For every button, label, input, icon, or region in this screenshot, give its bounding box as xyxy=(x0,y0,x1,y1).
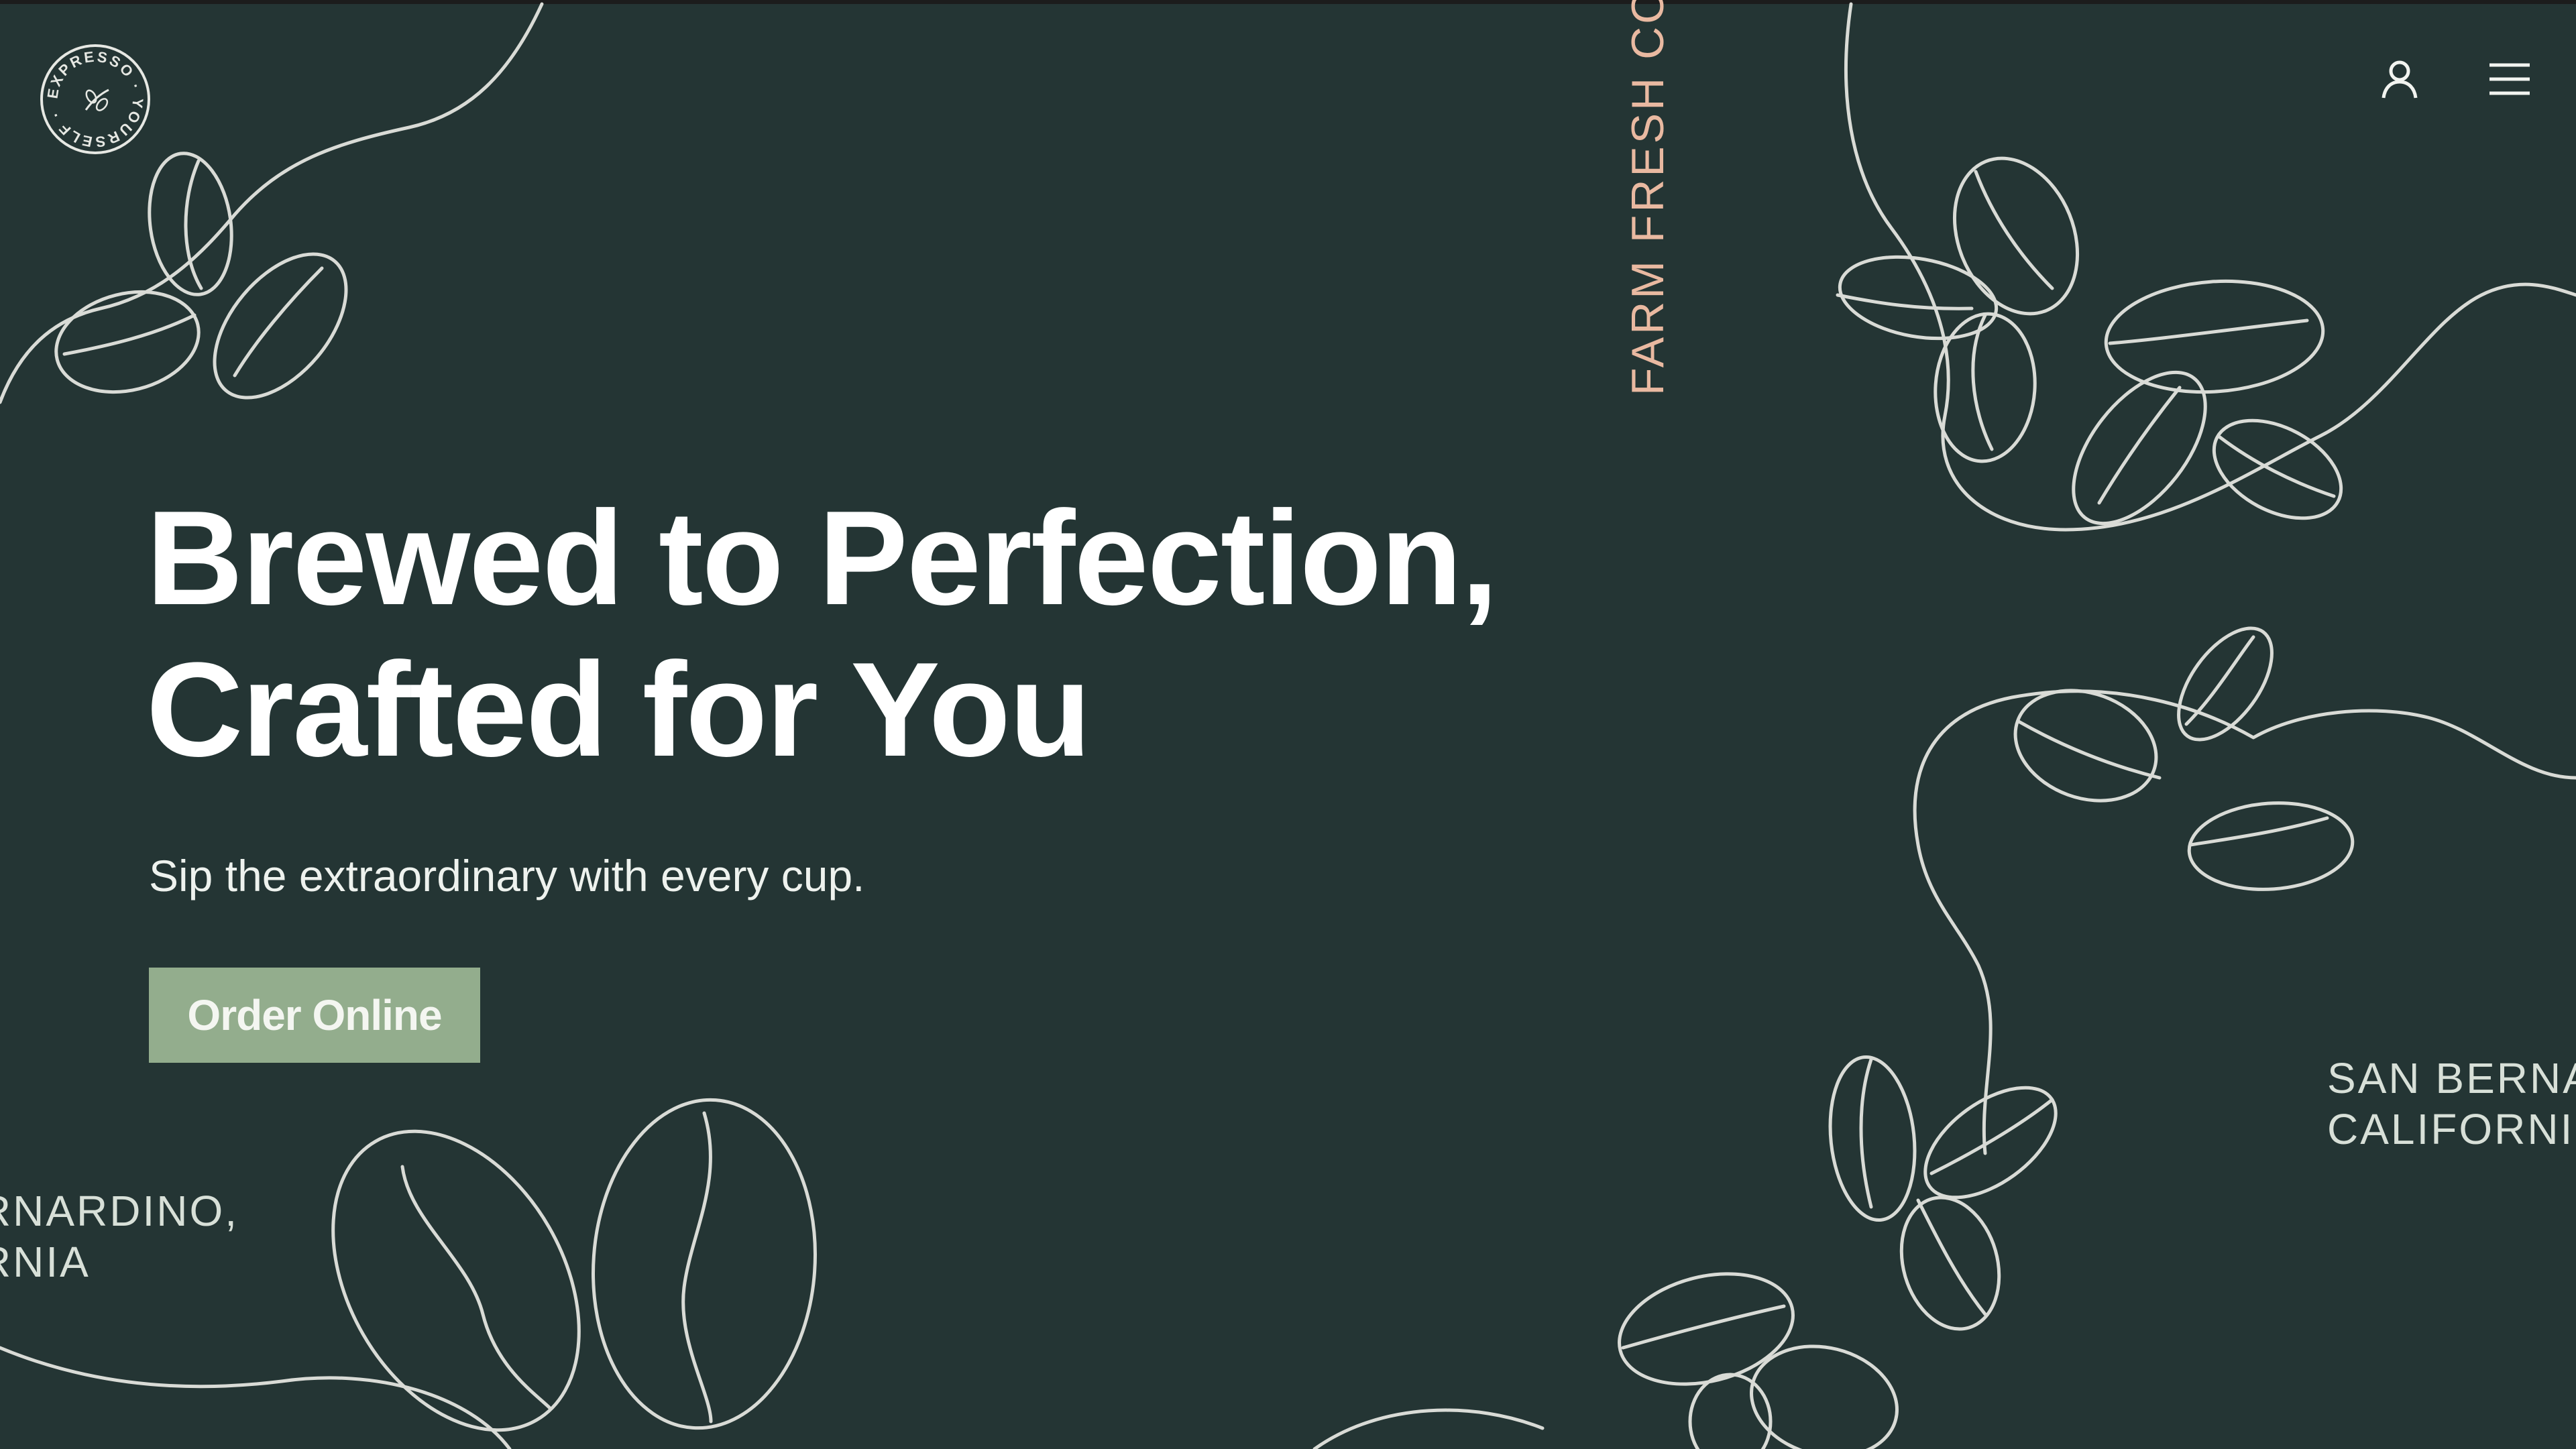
vertical-tagline-text: FARM FRESH COF xyxy=(1622,0,1673,396)
location-left-line-1: RNARDINO, xyxy=(0,1187,239,1235)
headline-line-1: Brewed to Perfection, xyxy=(146,483,1498,633)
hero-subheadline: Sip the extraordinary with every cup. xyxy=(149,851,865,901)
location-marquee-left: RNARDINO, RNIA xyxy=(0,1185,282,1299)
menu-button[interactable] xyxy=(2483,52,2536,106)
order-online-button[interactable]: Order Online xyxy=(149,968,480,1063)
brand-logo[interactable]: EXPRESSO · YOURSELF · xyxy=(39,43,152,156)
location-right-line-1: SAN BERNA xyxy=(2327,1054,2576,1102)
location-left-line-2: RNIA xyxy=(0,1238,91,1286)
hero-headline: Brewed to Perfection, Crafted for You xyxy=(146,483,1498,786)
hamburger-menu-icon xyxy=(2489,63,2530,95)
hero-section: EXPRESSO · YOURSELF · FARM FRESH COF Bre… xyxy=(0,0,2576,1449)
user-icon xyxy=(2382,60,2418,99)
logo-badge-icon: EXPRESSO · YOURSELF · xyxy=(40,44,150,154)
account-button[interactable] xyxy=(2373,52,2426,106)
location-right-line-2: CALIFORNI xyxy=(2327,1105,2575,1153)
headline-line-2: Crafted for You xyxy=(146,635,1091,785)
vertical-tagline: FARM FRESH COF xyxy=(1622,0,1682,396)
location-marquee-right: SAN BERNA CALIFORNI xyxy=(2327,1053,2576,1167)
